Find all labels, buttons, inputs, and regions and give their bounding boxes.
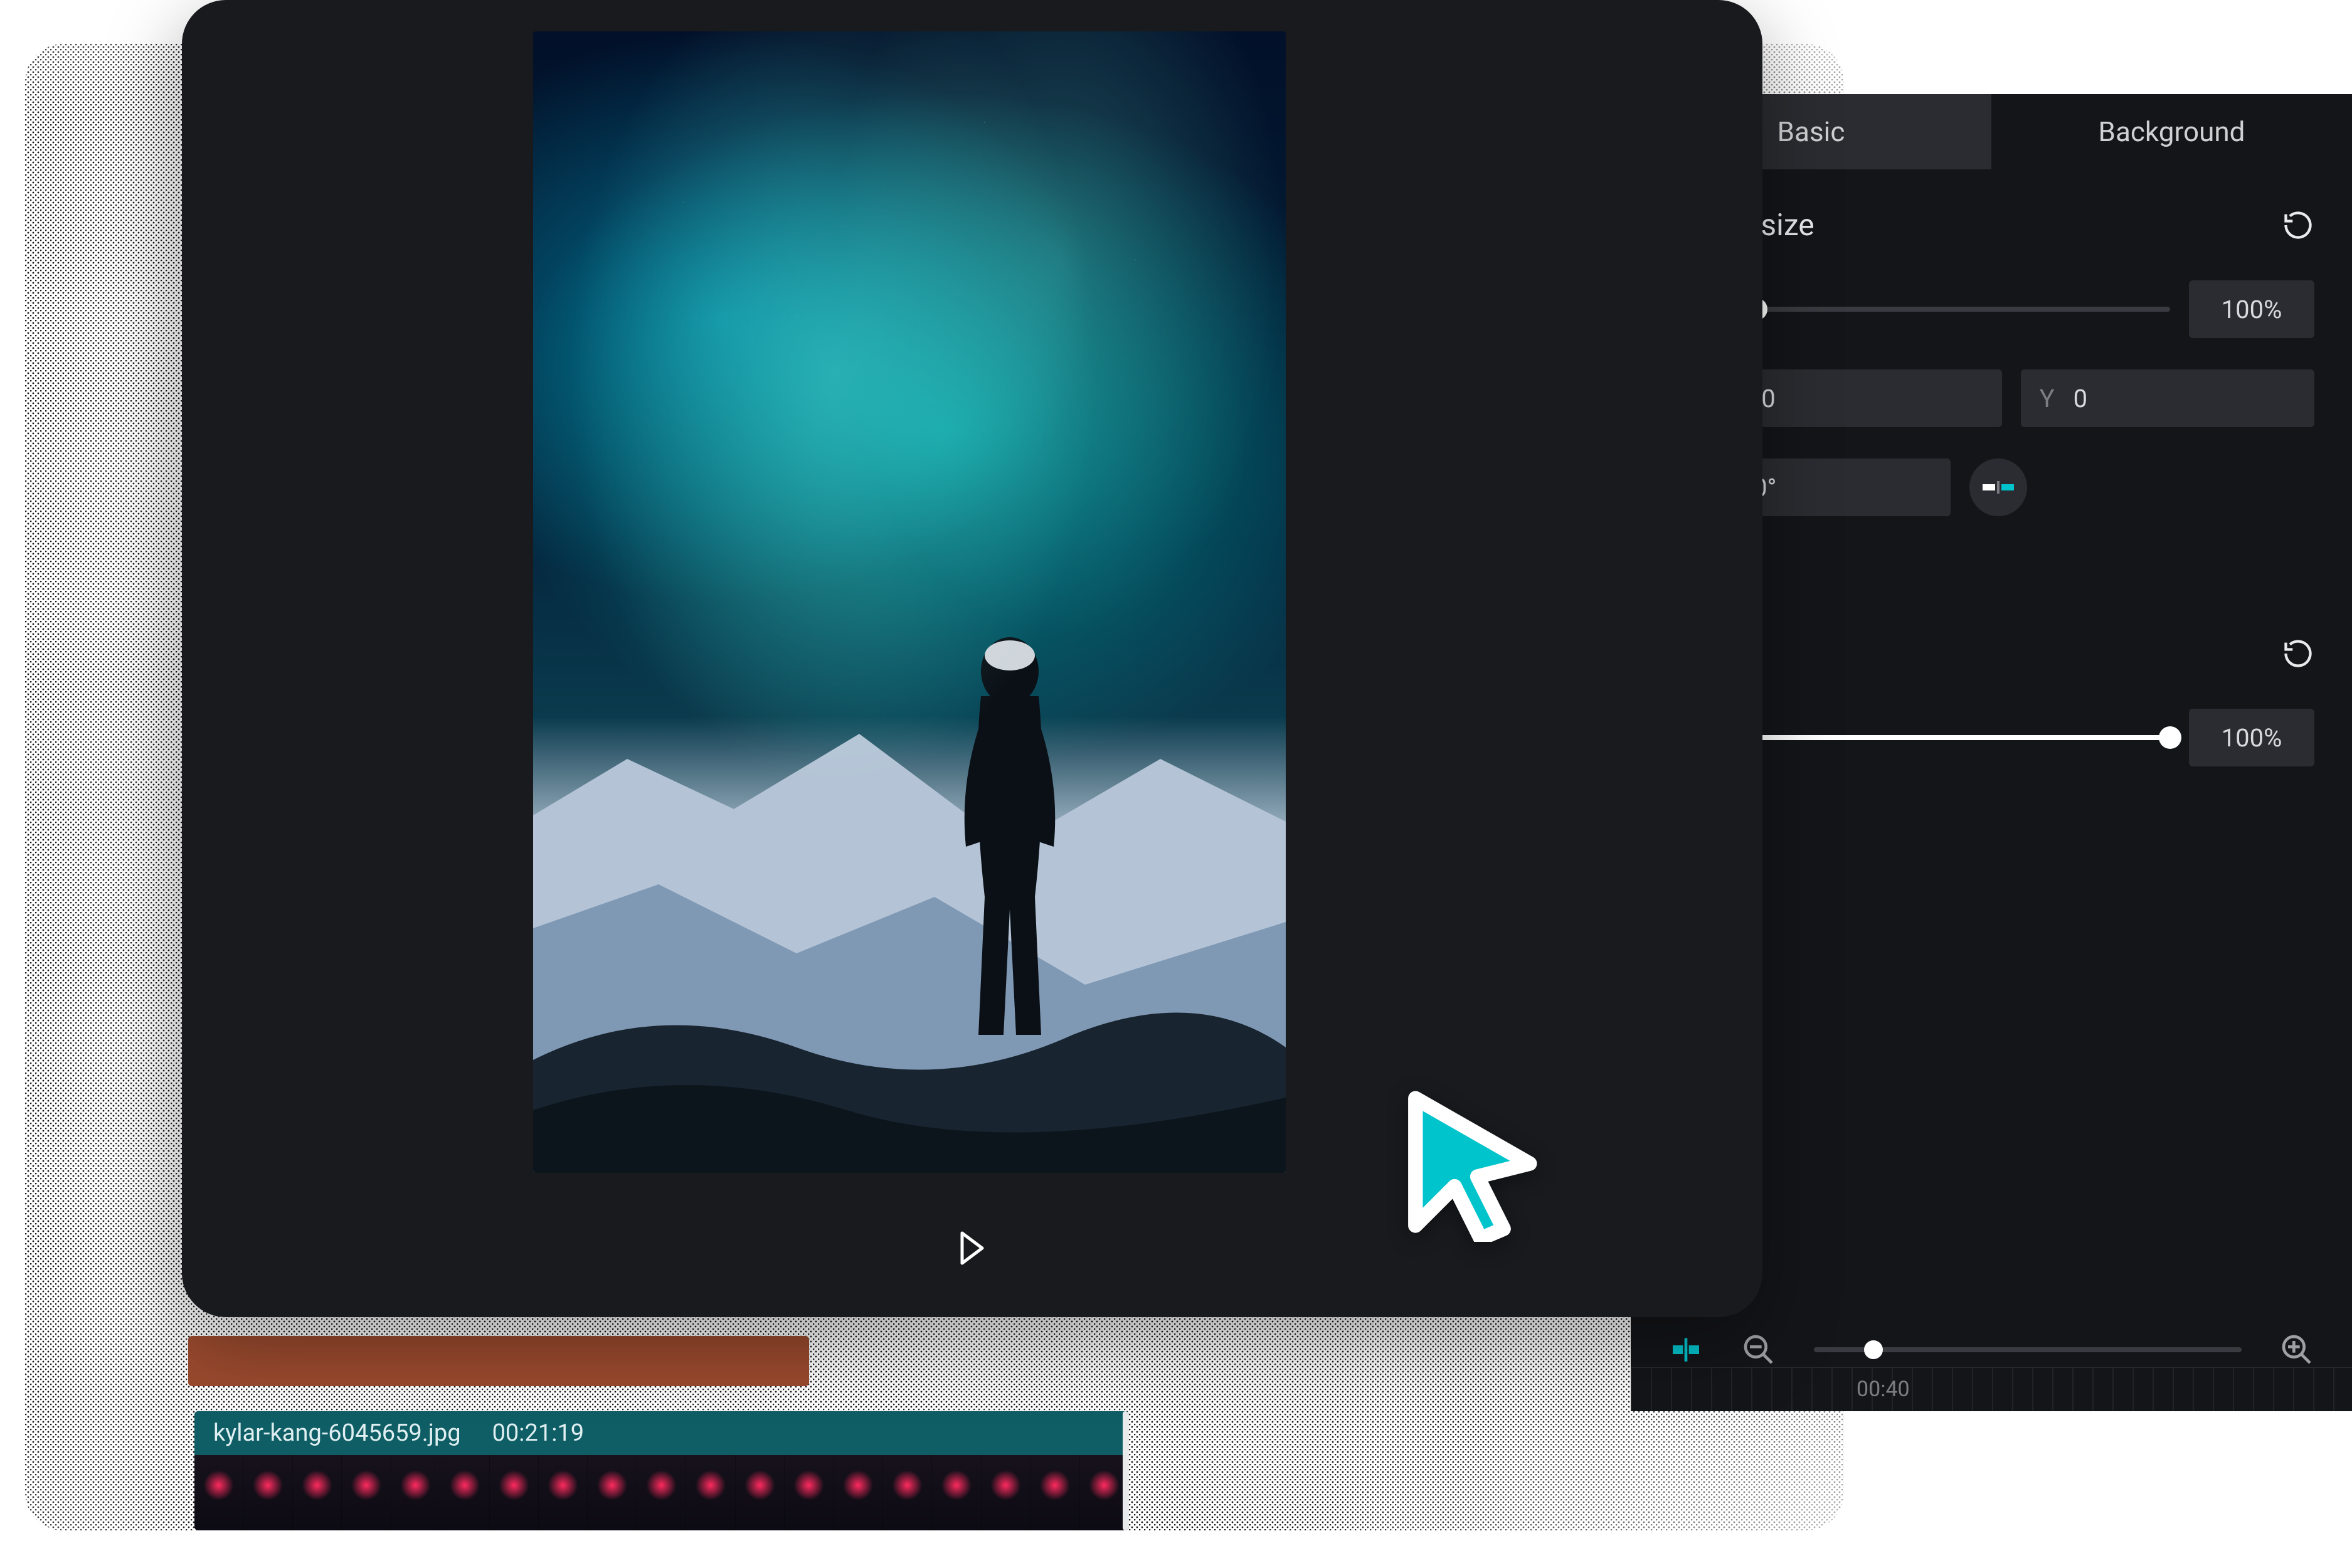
zoom-slider[interactable]: [1814, 1347, 2242, 1352]
flip-button[interactable]: [1969, 458, 2027, 516]
opacity-slider-thumb[interactable]: [2159, 726, 2181, 749]
preview-card: [182, 0, 1762, 1317]
reset-icon[interactable]: [2282, 209, 2314, 241]
timeline-ruler[interactable]: 00:40: [1631, 1367, 2352, 1411]
timeline-clip[interactable]: kylar-kang-6045659.jpg 00:21:19: [194, 1411, 1129, 1530]
timeline-controls: [1631, 1332, 2352, 1367]
clip-header: kylar-kang-6045659.jpg 00:21:19: [194, 1411, 1129, 1455]
split-icon[interactable]: [1668, 1332, 1703, 1367]
position-y-input[interactable]: Y 0: [2021, 369, 2314, 427]
ruler-time-label: 00:40: [1857, 1377, 1910, 1402]
timeline-track-segment[interactable]: [188, 1336, 809, 1386]
scale-slider[interactable]: [1700, 307, 2170, 312]
clip-trim-handle[interactable]: [1123, 1411, 1129, 1530]
zoom-out-icon[interactable]: [1741, 1332, 1776, 1367]
opacity-value[interactable]: 100%: [2189, 709, 2314, 766]
opacity-slider[interactable]: [1706, 735, 2170, 740]
clip-filename: kylar-kang-6045659.jpg: [213, 1419, 461, 1447]
scale-value[interactable]: 100%: [2189, 280, 2314, 338]
reset-icon[interactable]: [2282, 637, 2314, 670]
clip-thumbnails: [194, 1455, 1129, 1530]
x-value: 0: [1761, 384, 1775, 413]
preview-viewport[interactable]: [533, 31, 1286, 1173]
clip-duration: 00:21:19: [492, 1419, 585, 1447]
preview-image: [533, 31, 1286, 1173]
zoom-slider-thumb[interactable]: [1864, 1340, 1883, 1359]
y-value: 0: [2074, 384, 2087, 413]
play-button[interactable]: [947, 1223, 997, 1273]
y-prefix: Y: [2040, 384, 2055, 413]
cursor-icon: [1386, 1079, 1549, 1242]
zoom-in-icon[interactable]: [2279, 1332, 2314, 1367]
tab-background[interactable]: Background: [1991, 94, 2352, 169]
